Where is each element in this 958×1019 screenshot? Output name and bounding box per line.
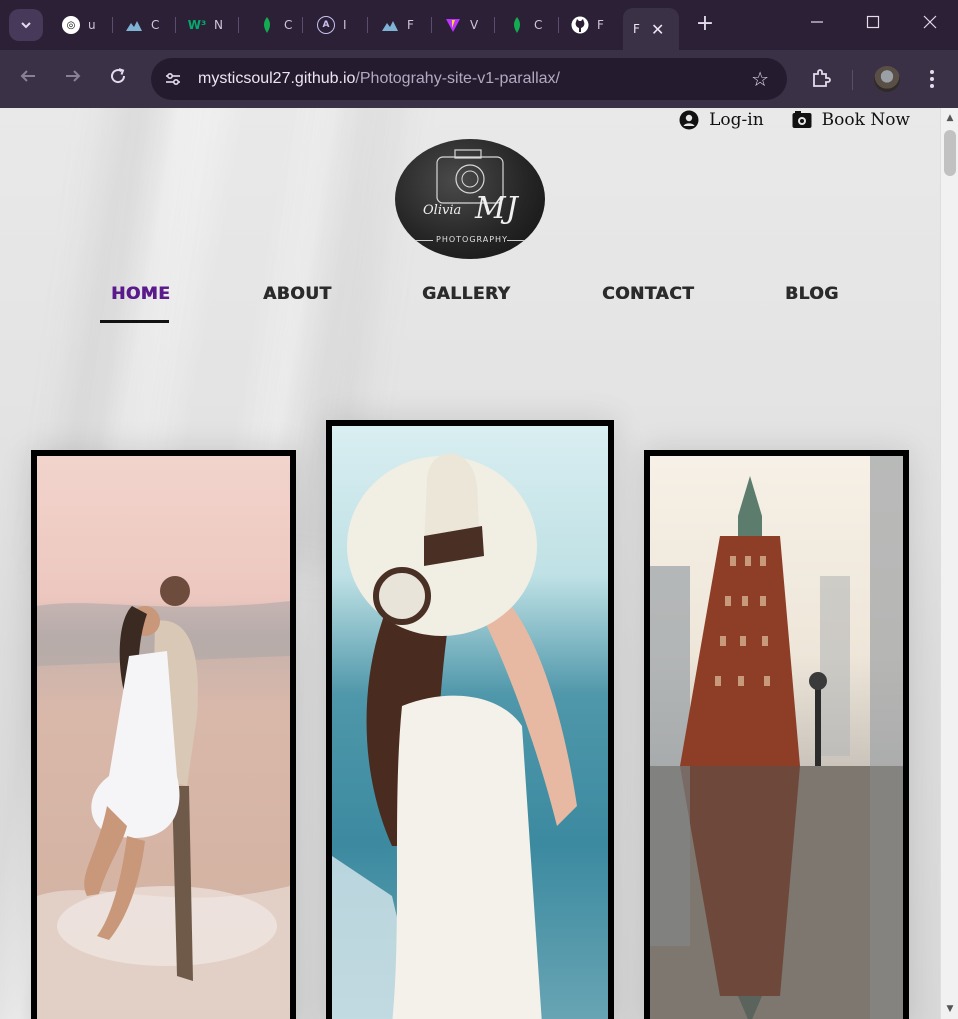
tab-title: C [284,18,292,32]
angular-icon: A [317,16,335,34]
close-icon [923,15,937,29]
chevron-down-icon [21,22,31,29]
github-icon [571,16,589,34]
url-text[interactable]: mysticsoul27.github.io/Photograhy-site-v… [198,70,560,88]
main-nav: HOME ABOUT GALLERY CONTACT BLOG [0,284,940,324]
browser-tab[interactable]: F [371,10,431,40]
tab-title: u [88,18,96,32]
new-tab-button[interactable]: + [693,13,717,37]
arrow-right-icon [66,70,81,82]
close-tab-icon[interactable]: ✕ [651,20,664,39]
url-path: /Photograhy-site-v1-parallax/ [355,70,560,87]
vite-icon [444,16,462,34]
extensions-button[interactable] [809,67,833,91]
nav-about[interactable]: ABOUT [263,284,331,304]
arrow-left-icon [20,70,35,82]
nav-home[interactable]: HOME [111,284,170,304]
logo-tagline: PHOTOGRAPHY [436,235,508,244]
mongodb-icon [508,16,526,34]
browser-tab[interactable]: C [115,10,175,40]
tab-title: N [214,18,222,32]
url-host: mysticsoul27.github.io [198,70,356,87]
tab-title: C [151,18,159,32]
browser-tab[interactable]: F [561,10,621,40]
tab-title: I [343,18,347,32]
scroll-down-arrow-icon[interactable]: ▼ [945,1004,955,1014]
scrollbar-thumb[interactable] [944,130,956,176]
user-circle-icon [679,110,699,130]
tab-search-button[interactable] [9,9,43,41]
minimize-button[interactable] [807,14,827,34]
login-label: Log-in [709,110,764,130]
mongodb-icon [258,16,276,34]
reload-button[interactable] [106,66,130,90]
browser-tab-active[interactable]: F ✕ [623,8,679,50]
browser-menu-button[interactable] [924,66,940,92]
nav-active-underline [100,320,169,323]
reload-icon [111,68,126,84]
site-logo[interactable]: Olivia MJ PHOTOGRAPHY [395,139,545,259]
w3-icon: W³ [187,18,207,32]
tab-title: F [597,18,604,32]
couple-on-beach-photo[interactable] [31,450,296,1019]
top-links: Log-in Book Now [679,110,910,130]
forward-button[interactable] [61,66,85,90]
browser-tab[interactable]: ◎ u [52,10,112,40]
minimize-icon [811,21,823,23]
back-button[interactable] [16,66,40,90]
site-info-icon[interactable] [161,67,185,91]
nav-gallery[interactable]: GALLERY [422,284,510,304]
browser-tab-strip: ◎ u C W³ N C A I F V C F F ✕ + [0,0,958,50]
close-window-button[interactable] [920,14,940,34]
maximize-icon [866,15,880,29]
scroll-up-arrow-icon[interactable]: ▲ [945,113,955,123]
mountain-icon [125,16,143,34]
browser-tab[interactable]: C [498,10,558,40]
page-viewport: Log-in Book Now Olivia MJ PHOTOGRAPHY HO… [0,108,958,1019]
logo-script-name: Olivia [423,203,462,218]
browser-tab[interactable]: A I [307,10,367,40]
tab-title: V [470,18,478,32]
book-now-link[interactable]: Book Now [792,110,910,130]
page-scrollbar[interactable]: ▲ ▼ [940,108,958,1019]
tab-title: C [534,18,542,32]
mountain-icon [381,16,399,34]
nav-blog[interactable]: BLOG [785,284,839,304]
browser-tab[interactable]: V [434,10,494,40]
woman-in-sun-hat-photo[interactable] [326,420,614,1019]
maximize-button[interactable] [863,14,883,34]
openai-icon: ◎ [62,16,80,34]
browser-tab[interactable]: C [248,10,308,40]
bookmark-star-icon[interactable]: ☆ [751,67,769,91]
book-now-label: Book Now [821,110,910,130]
profile-avatar[interactable] [874,66,900,92]
address-bar[interactable]: mysticsoul27.github.io/Photograhy-site-v… [151,58,787,100]
camera-icon [792,111,812,128]
logo-initials: MJ [475,191,518,226]
city-street-rain-reflection-photo[interactable] [644,450,909,1019]
puzzle-icon [813,69,831,87]
nav-contact[interactable]: CONTACT [602,284,694,304]
login-link[interactable]: Log-in [679,110,764,130]
browser-tab[interactable]: W³ N [178,10,238,40]
tab-title: F [407,18,414,32]
tab-title: F [633,22,640,36]
